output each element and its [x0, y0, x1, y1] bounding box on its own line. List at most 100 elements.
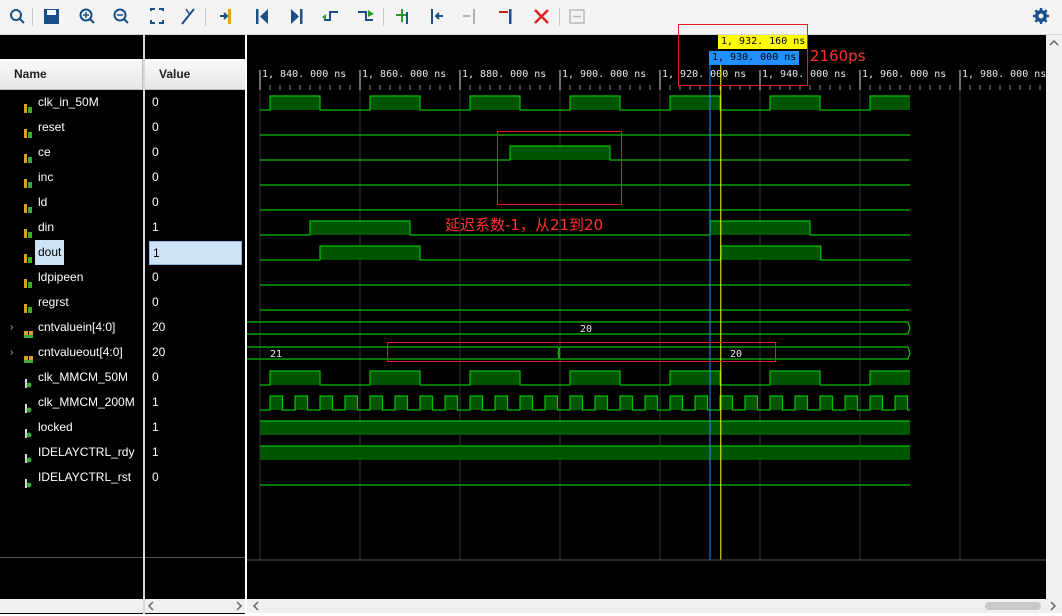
cntvaluein-wave	[247, 321, 911, 335]
signal-value[interactable]: 0	[152, 90, 242, 115]
bit-icon	[24, 98, 32, 113]
signal-row[interactable]: › cntvalueout[4:0]	[0, 340, 143, 365]
zoom-fit-icon[interactable]	[150, 8, 164, 24]
zoom-in-icon[interactable]	[79, 8, 95, 24]
signal-value[interactable]: 20	[152, 315, 242, 340]
wire-icon	[24, 398, 32, 413]
zoom-out-icon[interactable]	[113, 8, 129, 24]
signal-value[interactable]: 0	[152, 290, 242, 315]
signal-name: reset	[38, 120, 65, 134]
signal-row[interactable]: reset	[0, 115, 143, 140]
clk-in-50m-wave-fill	[370, 96, 420, 110]
name-column-header[interactable]: Name	[0, 59, 143, 90]
clk-mmcm-200m-wave-fill	[570, 396, 583, 410]
bit-icon	[24, 273, 32, 288]
tick-label: 1, 900. 000 ns	[562, 69, 646, 80]
signal-name: clk_MMCM_50M	[38, 370, 129, 384]
signal-value[interactable]: 0	[152, 165, 242, 190]
din-wave-fill	[710, 221, 810, 235]
previous-marker-icon[interactable]	[431, 9, 443, 24]
waveform-vscroll[interactable]	[1046, 35, 1062, 599]
signal-value[interactable]: 0	[152, 190, 242, 215]
clk-mmcm-200m-wave-fill	[795, 396, 808, 410]
locked-wave-fill	[260, 421, 910, 435]
signal-value[interactable]: 0	[152, 265, 242, 290]
signal-row[interactable]: clk_MMCM_200M	[0, 390, 143, 415]
go-to-end-icon[interactable]	[291, 9, 303, 24]
snap-icon[interactable]	[569, 9, 585, 24]
signal-value[interactable]: 0	[152, 365, 242, 390]
search-icon[interactable]	[10, 9, 25, 24]
clk-mmcm-200m-wave-fill	[445, 396, 458, 410]
clk-mmcm-50m-wave-fill	[470, 371, 520, 385]
expand-chevron-icon[interactable]: ›	[10, 315, 13, 340]
signal-value[interactable]: 0	[152, 465, 242, 490]
clk-mmcm-200m-wave-fill	[595, 396, 608, 410]
din-wave-fill	[310, 221, 410, 235]
signal-value[interactable]: 1	[152, 440, 242, 465]
tick-label: 1, 960. 000 ns	[862, 69, 946, 80]
signal-value[interactable]: 0	[152, 140, 242, 165]
signal-row[interactable]: IDELAYCTRL_rst	[0, 465, 143, 490]
signal-value[interactable]: 0	[152, 115, 242, 140]
clk-mmcm-200m-wave-fill	[895, 396, 908, 410]
cursor-to-zero-icon[interactable]	[181, 8, 195, 25]
next-marker-icon[interactable]	[463, 9, 475, 24]
clk-in-50m-wave-fill	[670, 96, 720, 110]
signal-row[interactable]: ce	[0, 140, 143, 165]
signal-row[interactable]: clk_MMCM_50M	[0, 365, 143, 390]
signal-name: IDELAYCTRL_rdy	[38, 445, 135, 459]
waveform-hscroll[interactable]	[247, 599, 1062, 613]
clk-mmcm-200m-wave-fill	[370, 396, 383, 410]
tick-label: 1, 980. 000 ns	[962, 69, 1046, 80]
name-hscroll[interactable]	[0, 599, 143, 613]
signal-row[interactable]: inc	[0, 165, 143, 190]
value-column-header[interactable]: Value	[145, 59, 245, 90]
clk-mmcm-50m-wave-fill	[770, 371, 820, 385]
bit-icon	[24, 173, 32, 188]
delete-icon[interactable]	[534, 9, 549, 24]
bus-icon	[24, 348, 33, 363]
signal-row[interactable]: locked	[0, 415, 143, 440]
clk-in-50m-wave-fill	[770, 96, 820, 110]
clk-mmcm-200m-wave-fill	[520, 396, 533, 410]
signal-row[interactable]: IDELAYCTRL_rdy	[0, 440, 143, 465]
bit-icon	[24, 198, 32, 213]
clk-mmcm-200m-wave-fill	[470, 396, 483, 410]
signal-name: dout	[35, 240, 65, 265]
add-marker-icon[interactable]	[396, 9, 408, 24]
signal-row[interactable]: clk_in_50M	[0, 90, 143, 115]
go-to-cursor-icon[interactable]	[220, 9, 231, 24]
clk-mmcm-200m-wave-fill	[720, 396, 733, 410]
waveform-canvas[interactable]: 1, 840. 000 ns 1, 860. 000 ns 1, 880. 000 …	[247, 35, 1062, 613]
swap-cursors-icon[interactable]	[499, 9, 512, 24]
clk-mmcm-50m-wave-fill	[370, 371, 420, 385]
signal-name: ce	[38, 145, 51, 159]
settings-icon[interactable]	[1033, 8, 1049, 24]
signal-row[interactable]: din	[0, 215, 143, 240]
signal-row[interactable]: dout	[0, 240, 143, 265]
clk-mmcm-200m-wave-fill	[320, 396, 333, 410]
clk-mmcm-50m-wave-fill	[570, 371, 620, 385]
clk-mmcm-200m-wave-fill	[870, 396, 883, 410]
signal-value[interactable]: 1	[152, 390, 242, 415]
previous-transition-icon[interactable]	[322, 11, 338, 21]
save-icon[interactable]	[44, 9, 59, 24]
go-to-start-icon[interactable]	[256, 9, 268, 24]
signal-value[interactable]: 1	[152, 415, 242, 440]
signal-value[interactable]: 1	[149, 241, 242, 265]
next-transition-icon[interactable]	[358, 10, 374, 21]
column-divider[interactable]	[143, 35, 145, 613]
bus-icon	[24, 323, 33, 338]
signal-row[interactable]: ldpipeen	[0, 265, 143, 290]
clk-mmcm-200m-wave-fill	[270, 396, 283, 410]
signal-row[interactable]: › cntvaluein[4:0]	[0, 315, 143, 340]
signal-row[interactable]: regrst	[0, 290, 143, 315]
signal-value[interactable]: 1	[152, 215, 242, 240]
expand-chevron-icon[interactable]: ›	[10, 340, 13, 365]
value-hscroll[interactable]	[145, 599, 245, 613]
signal-row[interactable]: ld	[0, 190, 143, 215]
signal-value[interactable]: 20	[152, 340, 242, 365]
dout-wave-fill	[720, 246, 821, 260]
signal-name: clk_MMCM_200M	[38, 395, 135, 409]
